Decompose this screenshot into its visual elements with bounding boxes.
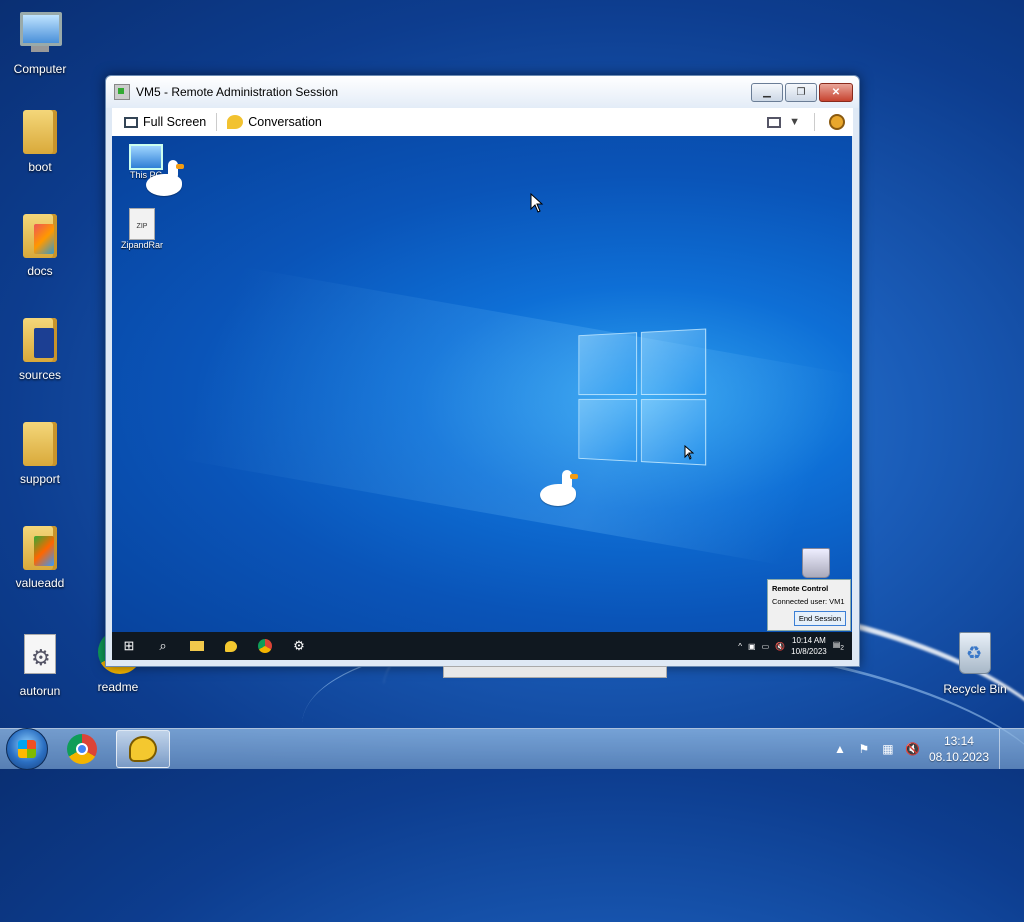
clock-date: 08.10.2023 (928, 750, 989, 764)
toolbar-separator (814, 113, 815, 131)
chevron-down-icon[interactable]: ▼ (789, 116, 800, 128)
remote-recycle-bin-icon[interactable] (802, 548, 830, 578)
zip-archive-icon: ZIP (129, 208, 155, 240)
chat-bubble-icon (227, 115, 244, 129)
file-explorer-icon[interactable] (180, 632, 214, 660)
remote-session-window[interactable]: VM5 - Remote Administration Session ▁ ❐ … (105, 75, 860, 667)
end-session-button[interactable]: End Session (793, 611, 846, 626)
toolbar-separator (216, 113, 218, 131)
connected-user-text: Connected user: VM1 (772, 597, 845, 606)
folder-icon (20, 214, 60, 260)
remote-icon-label: ZipandRar (120, 240, 164, 250)
folder-icon (20, 526, 60, 572)
desktop-icon-label: sources (18, 368, 62, 382)
system-tray: ▲ ⚑ ▦ 🔇 13:14 08.10.2023 (833, 729, 1024, 769)
full-screen-icon (124, 116, 138, 128)
show-desktop-button[interactable] (999, 729, 1014, 769)
restore-icon: ❐ (796, 86, 806, 98)
clock-time: 13:14 (943, 734, 974, 748)
taskbar-chrome-button[interactable] (56, 731, 108, 767)
zip-badge: ZIP (136, 223, 148, 230)
minimize-icon: ▁ (763, 86, 771, 98)
volume-muted-icon[interactable]: 🔇 (775, 642, 785, 651)
network-icon[interactable]: ▭ (762, 642, 770, 651)
goose-icon (540, 470, 580, 510)
desktop-icon-boot[interactable]: boot (2, 110, 78, 174)
full-screen-label: Full Screen (143, 115, 207, 129)
mouse-cursor-icon (530, 193, 544, 213)
notification-count: 2 (840, 644, 844, 652)
remote-time: 10:14 AM (792, 636, 826, 645)
desktop-icon-label: support (19, 472, 61, 486)
chevron-up-icon[interactable]: ^ (738, 642, 742, 651)
desktop-icon-label: boot (28, 160, 52, 174)
settings-file-icon (20, 634, 60, 680)
wallpaper-light-beam (112, 230, 852, 602)
desktop-icon-label: docs (27, 264, 53, 278)
network-icon[interactable]: ▦ (881, 742, 895, 756)
start-button[interactable] (6, 728, 48, 770)
desktop-icon-label: autorun (19, 684, 61, 698)
notifications-icon[interactable]: ▤2 (833, 640, 844, 652)
remote-control-title: Remote Control (772, 584, 829, 593)
desktop-icon-docs[interactable]: docs (2, 214, 78, 278)
chrome-icon (67, 734, 97, 764)
conversation-label: Conversation (248, 115, 322, 129)
remote-desktop-icon-zipandrar[interactable]: ZIP ZipandRar (116, 208, 168, 250)
remote-control-panel: Remote Control Connected user: VM1 End S… (767, 579, 851, 631)
desktop-icon-recycle-bin[interactable]: Recycle Bin (937, 630, 1013, 696)
desktop-icon-autorun[interactable]: autorun (2, 630, 78, 698)
chat-bubble-icon (129, 736, 157, 762)
folder-icon (20, 110, 60, 156)
horizontal-scrollbar-thumb[interactable] (443, 666, 667, 678)
monitor-select-icon[interactable] (767, 116, 782, 128)
window-title: VM5 - Remote Administration Session (136, 85, 339, 99)
taskbar-remote-admin-button[interactable] (116, 730, 170, 768)
desktop-icon-support[interactable]: support (2, 422, 78, 486)
session-toolbar: Full Screen Conversation ▼ (112, 108, 853, 136)
conversation-button[interactable]: Conversation (223, 113, 326, 131)
remote-admin-app-icon (114, 84, 130, 100)
desktop-icon-label: Computer (13, 62, 67, 76)
restore-button[interactable]: ❐ (785, 82, 817, 102)
recycle-bin-icon (955, 632, 995, 678)
window-title-bar[interactable]: VM5 - Remote Administration Session ▁ ❐ … (106, 76, 859, 108)
minimize-button[interactable]: ▁ (751, 82, 783, 102)
close-icon: ✕ (831, 86, 841, 98)
desktop-icon-valueadd[interactable]: valueadd (2, 526, 78, 590)
desktop-icon-label: valueadd (15, 576, 65, 590)
search-icon[interactable]: ⌕ (146, 632, 180, 660)
chat-bubble-icon[interactable] (214, 632, 248, 660)
remote-date: 10/8/2023 (791, 647, 827, 656)
remote-taskbar: ⊞ ⌕ ⚙ ^ ▣ ▭ 🔇 10:14 AM 10/8/2023 ▤2 (112, 632, 852, 660)
remote-desktop-view[interactable]: This PC ZIP ZipandRar Remote Control Con… (112, 136, 852, 660)
computer-icon (20, 12, 62, 58)
folder-icon (20, 422, 60, 468)
remote-clock[interactable]: 10:14 AM 10/8/2023 (791, 635, 827, 657)
gear-icon[interactable]: ⚙ (282, 632, 316, 660)
close-button[interactable]: ✕ (819, 82, 853, 102)
security-icon[interactable]: ▣ (748, 642, 756, 651)
desktop-icon-label: Recycle Bin (943, 682, 1007, 696)
desktop-icon-sources[interactable]: sources (2, 318, 78, 382)
full-screen-button[interactable]: Full Screen (120, 113, 210, 131)
remote-cursor-icon (684, 445, 694, 460)
volume-muted-icon[interactable]: 🔇 (905, 742, 920, 756)
desktop-icon-computer[interactable]: Computer (2, 8, 78, 76)
windows-start-icon[interactable]: ⊞ (112, 632, 146, 660)
taskbar: ▲ ⚑ ▦ 🔇 13:14 08.10.2023 (0, 728, 1024, 770)
action-center-flag-icon[interactable]: ⚑ (857, 742, 871, 756)
goose-icon (146, 160, 186, 196)
chrome-icon[interactable] (248, 632, 282, 660)
folder-icon (20, 318, 60, 364)
chevron-up-icon[interactable]: ▲ (833, 742, 847, 756)
clock[interactable]: 13:14 08.10.2023 (929, 733, 989, 765)
desktop-icon-label: readme (97, 680, 139, 694)
settings-icon[interactable] (829, 114, 845, 130)
